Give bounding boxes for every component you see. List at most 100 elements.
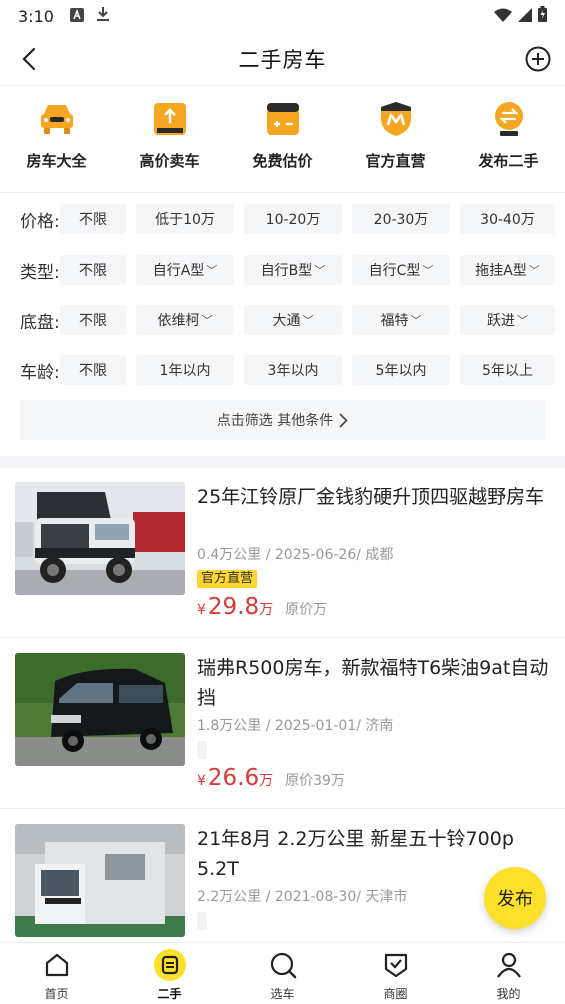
filter-label: 车龄:: [20, 362, 60, 383]
filter-chip[interactable]: 不限: [60, 305, 126, 335]
add-button[interactable]: [523, 44, 553, 74]
quick-item-rv-catalog[interactable]: 房车大全: [0, 100, 113, 190]
tab-label: 选车: [270, 987, 295, 1001]
filter-chip[interactable]: 不限: [60, 204, 126, 234]
quick-label: 发布二手: [478, 152, 539, 170]
filter-label: 价格:: [20, 211, 60, 232]
listing-item[interactable]: 瑞弗R500房车，新款福特T6柴油9at自动挡 1.8万公里 / 2025-01…: [0, 639, 565, 809]
official-shield-icon: [377, 100, 415, 138]
chevron-down-icon: ﹀: [517, 314, 528, 327]
filter-dropdown[interactable]: 大通 ﹀: [244, 305, 342, 335]
font-icon: [69, 7, 84, 26]
chip-label: 自行B型: [260, 263, 313, 279]
quick-item-valuation[interactable]: 免费估价: [226, 100, 339, 190]
filter-chip[interactable]: 5年以上: [460, 355, 555, 385]
filter-dropdown[interactable]: 跃进 ﹀: [460, 305, 555, 335]
tab-label: 我的: [496, 987, 521, 1001]
chevron-down-icon: ﹀: [206, 264, 218, 277]
page-title: 二手房车: [238, 47, 327, 72]
listing-meta: 2.2万公里 / 2021-08-30/ 天津市: [197, 889, 408, 905]
exchange-icon: [490, 100, 528, 138]
filter-chip[interactable]: 3年以内: [244, 355, 342, 385]
filter-chip[interactable]: 不限: [60, 255, 126, 285]
status-bar: 3:10: [0, 0, 565, 32]
filter-row-type: 类型: 不限 自行A型 ﹀ 自行B型 ﹀ 自行C型 ﹀ 拖挂A型 ﹀: [0, 254, 565, 286]
filter-chip[interactable]: 5年以内: [352, 355, 450, 385]
quick-label: 房车大全: [26, 152, 87, 170]
more-filters-button[interactable]: 点击筛选 其他条件: [20, 400, 545, 440]
listing-meta: 1.8万公里 / 2025-01-01/ 济南: [197, 718, 394, 734]
chevron-down-icon: ﹀: [302, 314, 314, 327]
app-header: 二手房车: [0, 32, 565, 86]
chevron-down-icon: ﹀: [422, 264, 434, 277]
status-badge: [197, 741, 207, 759]
download-icon: [96, 6, 110, 26]
filter-label: 类型:: [20, 262, 60, 283]
filter-chip[interactable]: 30-40万: [460, 204, 555, 234]
chevron-down-icon: ﹀: [201, 314, 213, 327]
price-value: 29.8: [207, 594, 260, 620]
filter-dropdown[interactable]: 拖挂A型 ﹀: [460, 255, 555, 285]
listing-photo: [15, 824, 185, 937]
quick-item-sell[interactable]: 高价卖车: [113, 100, 226, 190]
sell-icon: [151, 100, 189, 138]
profile-icon: [493, 949, 525, 981]
filter-row-chassis: 底盘: 不限 依维柯 ﹀ 大通 ﹀ 福特 ﹀ 跃进 ﹀: [0, 304, 565, 336]
filter-label: 底盘:: [20, 312, 60, 333]
price-unit: 万: [259, 602, 274, 618]
back-button[interactable]: [14, 44, 44, 74]
publish-fab-button[interactable]: 发布: [484, 867, 546, 929]
tab-profile[interactable]: 我的: [452, 943, 565, 1004]
currency-symbol: ¥: [197, 773, 206, 789]
chip-label: 自行C型: [368, 263, 421, 279]
wifi-icon: [494, 7, 512, 26]
quick-item-official[interactable]: 官方直营: [339, 100, 452, 190]
chip-label: 不限: [79, 313, 107, 329]
listing-photo: [15, 482, 185, 595]
filter-chip[interactable]: 20-30万: [352, 204, 450, 234]
tab-used[interactable]: 二手: [113, 943, 226, 1004]
tab-label: 首页: [44, 987, 69, 1001]
divider: [0, 192, 565, 193]
listing-item[interactable]: 25年江铃原厂金钱豹硬升顶四驱越野房车 0.4万公里 / 2025-06-26/…: [0, 468, 565, 638]
status-time: 3:10: [18, 6, 54, 26]
search-icon: [267, 949, 299, 981]
chevron-down-icon: ﹀: [314, 264, 326, 277]
tab-label: 商圈: [383, 987, 408, 1001]
tab-select-car[interactable]: 选车: [226, 943, 339, 1004]
chip-label: 不限: [79, 263, 107, 279]
car-icon: [38, 100, 76, 138]
filter-dropdown[interactable]: 福特 ﹀: [352, 305, 450, 335]
filter-dropdown[interactable]: 依维柯 ﹀: [136, 305, 234, 335]
plus-circle-icon: [525, 46, 551, 72]
chevron-down-icon: ﹀: [528, 264, 540, 277]
tab-business[interactable]: 商圈: [339, 943, 452, 1004]
status-badge: [197, 912, 207, 930]
filter-chip[interactable]: 10-20万: [244, 204, 342, 234]
listing-title: 25年江铃原厂金钱豹硬升顶四驱越野房车: [197, 486, 545, 508]
quick-label: 免费估价: [252, 152, 313, 170]
filter-chip[interactable]: 低于10万: [136, 204, 234, 234]
tab-home[interactable]: 首页: [0, 943, 113, 1004]
bottom-navigation: 首页 二手 选车 商圈 我的: [0, 942, 565, 1004]
price-unit: 万: [259, 773, 274, 789]
price-value: 26.6: [207, 765, 260, 791]
currency-symbol: ¥: [197, 602, 206, 618]
filter-chip[interactable]: 不限: [60, 355, 126, 385]
listing-meta: 0.4万公里 / 2025-06-26/ 成都: [197, 547, 394, 563]
filter-dropdown[interactable]: 自行A型 ﹀: [136, 255, 234, 285]
home-icon: [41, 949, 73, 981]
filter-dropdown[interactable]: 自行B型 ﹀: [244, 255, 342, 285]
tab-label: 二手: [157, 987, 182, 1001]
battery-icon: [538, 6, 547, 26]
chip-label: 大通: [272, 313, 301, 329]
original-price: 原价万: [285, 602, 328, 618]
filter-dropdown[interactable]: 自行C型 ﹀: [352, 255, 450, 285]
chip-label: 福特: [380, 313, 409, 329]
calculator-icon: [264, 100, 302, 138]
chip-label: 拖挂A型: [475, 263, 527, 279]
filter-chip[interactable]: 1年以内: [136, 355, 234, 385]
quick-item-publish[interactable]: 发布二手: [452, 100, 565, 190]
chevron-right-icon: [339, 412, 348, 428]
original-price: 原价39万: [285, 773, 345, 789]
